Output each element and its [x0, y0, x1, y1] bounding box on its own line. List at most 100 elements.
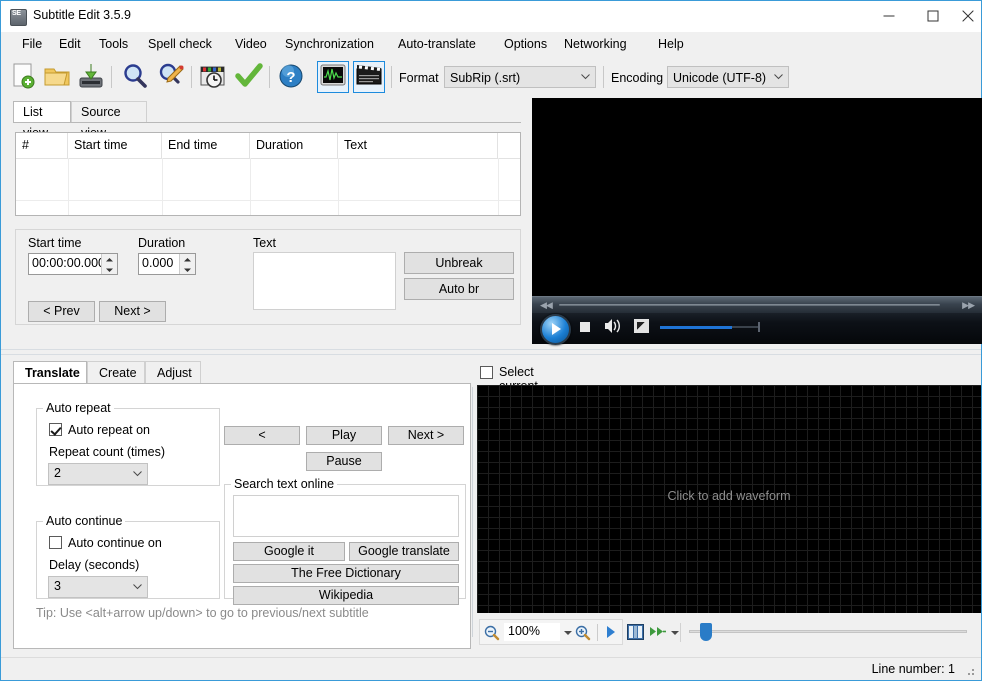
- menu-spell-check[interactable]: Spell check: [141, 35, 219, 54]
- select-while-playing-checkbox[interactable]: [480, 366, 493, 379]
- stepper-down-icon[interactable]: [180, 264, 195, 274]
- duration-input[interactable]: 0.000: [138, 253, 196, 275]
- chevron-down-icon: [133, 584, 142, 590]
- waveform-play-button[interactable]: [605, 625, 617, 642]
- menu-networking[interactable]: Networking: [557, 35, 634, 54]
- auto-br-button[interactable]: Auto br: [404, 278, 514, 300]
- save-subtitle-icon: [79, 64, 103, 88]
- video-seek-track[interactable]: [559, 304, 940, 306]
- open-button[interactable]: [42, 61, 74, 93]
- find-button[interactable]: [120, 61, 152, 93]
- menu-file[interactable]: File: [15, 35, 49, 54]
- video-volume-track[interactable]: [660, 322, 760, 332]
- rewind-icon[interactable]: ◀◀: [540, 300, 553, 311]
- column-index[interactable]: #: [16, 133, 68, 158]
- zoom-dropdown-icon[interactable]: [564, 631, 572, 635]
- auto-continue-group: Auto continue Auto continue on Delay (se…: [36, 514, 220, 599]
- tab-adjust[interactable]: Adjust: [145, 361, 201, 384]
- duration-stepper[interactable]: [179, 254, 195, 274]
- menu-video[interactable]: Video: [228, 35, 274, 54]
- video-seek-bar[interactable]: ◀◀ ▶▶: [532, 296, 982, 313]
- fast-forward-icon[interactable]: ▶▶: [962, 300, 975, 311]
- start-time-input[interactable]: 00:00:00.000: [28, 253, 118, 275]
- video-play-button[interactable]: [540, 314, 571, 345]
- table-row[interactable]: [16, 200, 520, 215]
- video-stop-button[interactable]: [580, 322, 590, 332]
- zoom-in-icon: [575, 625, 591, 641]
- zoom-out-button[interactable]: [484, 625, 500, 644]
- video-volume-knob[interactable]: [758, 322, 760, 332]
- translate-next-button[interactable]: Next >: [388, 426, 464, 445]
- zoom-level-input[interactable]: 100%: [504, 623, 560, 641]
- format-label: Format: [399, 71, 439, 85]
- waveform-slider-knob[interactable]: [700, 623, 712, 641]
- filmstrip-icon: [627, 624, 644, 640]
- zoom-in-button[interactable]: [575, 625, 591, 644]
- forward-dropdown-icon[interactable]: [671, 631, 679, 635]
- stepper-down-icon[interactable]: [102, 264, 117, 274]
- auto-continue-checkbox[interactable]: [49, 536, 62, 549]
- close-button[interactable]: [955, 1, 981, 30]
- column-extra[interactable]: [498, 133, 520, 158]
- stepper-up-icon[interactable]: [180, 254, 195, 264]
- toolbar: ? Format SubRip (.srt) Encoding Unicode …: [1, 57, 981, 97]
- column-text[interactable]: Text: [338, 133, 498, 158]
- tab-list-view[interactable]: List view: [13, 101, 71, 140]
- sync-visual-icon: [200, 66, 225, 88]
- subtitle-text-input[interactable]: [253, 252, 396, 310]
- fast-forward-icon: [650, 627, 666, 636]
- resize-grip-icon[interactable]: [964, 665, 976, 677]
- start-time-stepper[interactable]: [101, 254, 117, 274]
- google-translate-button[interactable]: Google translate: [349, 542, 459, 561]
- menu-options[interactable]: Options: [497, 35, 554, 54]
- auto-repeat-checkbox[interactable]: [49, 423, 62, 436]
- next-subtitle-button[interactable]: Next >: [99, 301, 166, 322]
- column-duration[interactable]: Duration: [250, 133, 338, 158]
- format-select[interactable]: SubRip (.srt): [444, 66, 596, 88]
- stepper-up-icon[interactable]: [102, 254, 117, 264]
- replace-button[interactable]: [156, 61, 188, 93]
- waveform-forward-button[interactable]: [649, 625, 667, 641]
- menu-auto-translate[interactable]: Auto-translate: [391, 35, 483, 54]
- repeat-count-select[interactable]: 2: [48, 463, 148, 485]
- prev-subtitle-button[interactable]: < Prev: [28, 301, 95, 322]
- tab-translate[interactable]: Translate: [13, 361, 87, 384]
- video-player[interactable]: ◀◀ ▶▶: [532, 98, 982, 345]
- free-dictionary-button[interactable]: The Free Dictionary: [233, 564, 459, 583]
- toggle-video-button[interactable]: [353, 61, 385, 93]
- tab-source-view[interactable]: Source view: [71, 101, 147, 140]
- save-button[interactable]: [76, 61, 108, 93]
- column-start-time[interactable]: Start time: [68, 133, 162, 158]
- menu-help[interactable]: Help: [651, 35, 691, 54]
- menu-synchronization[interactable]: Synchronization: [278, 35, 381, 54]
- spell-check-button[interactable]: [234, 61, 266, 93]
- column-end-time[interactable]: End time: [162, 133, 250, 158]
- delay-seconds-select[interactable]: 3: [48, 576, 148, 598]
- maximize-button[interactable]: [911, 1, 955, 30]
- filmstrip-button[interactable]: [627, 624, 644, 643]
- subtitle-list-view[interactable]: # Start time End time Duration Text: [15, 132, 521, 216]
- video-fullscreen-button[interactable]: [634, 319, 649, 333]
- help-button[interactable]: ?: [276, 61, 308, 93]
- minimize-button[interactable]: [867, 1, 911, 30]
- toggle-waveform-button[interactable]: [317, 61, 349, 93]
- waveform-display[interactable]: Click to add waveform: [477, 385, 981, 613]
- search-text-input[interactable]: [233, 495, 459, 537]
- menu-edit[interactable]: Edit: [52, 35, 88, 54]
- new-subtitle-button[interactable]: [9, 61, 41, 93]
- table-row[interactable]: [16, 179, 520, 201]
- tab-create[interactable]: Create: [87, 361, 145, 384]
- translate-pause-button[interactable]: Pause: [306, 452, 382, 471]
- unbreak-button[interactable]: Unbreak: [404, 252, 514, 274]
- google-it-button[interactable]: Google it: [233, 542, 345, 561]
- chevron-down-icon: [581, 74, 590, 80]
- waveform-position-slider[interactable]: [689, 623, 967, 641]
- sync-visual-button[interactable]: [198, 61, 230, 93]
- wikipedia-button[interactable]: Wikipedia: [233, 586, 459, 605]
- video-volume-button[interactable]: [604, 318, 624, 334]
- menu-tools[interactable]: Tools: [92, 35, 135, 54]
- translate-play-button[interactable]: Play: [306, 426, 382, 445]
- translate-prev-button[interactable]: <: [224, 426, 300, 445]
- horizontal-splitter[interactable]: [1, 349, 981, 355]
- encoding-select[interactable]: Unicode (UTF-8): [667, 66, 789, 88]
